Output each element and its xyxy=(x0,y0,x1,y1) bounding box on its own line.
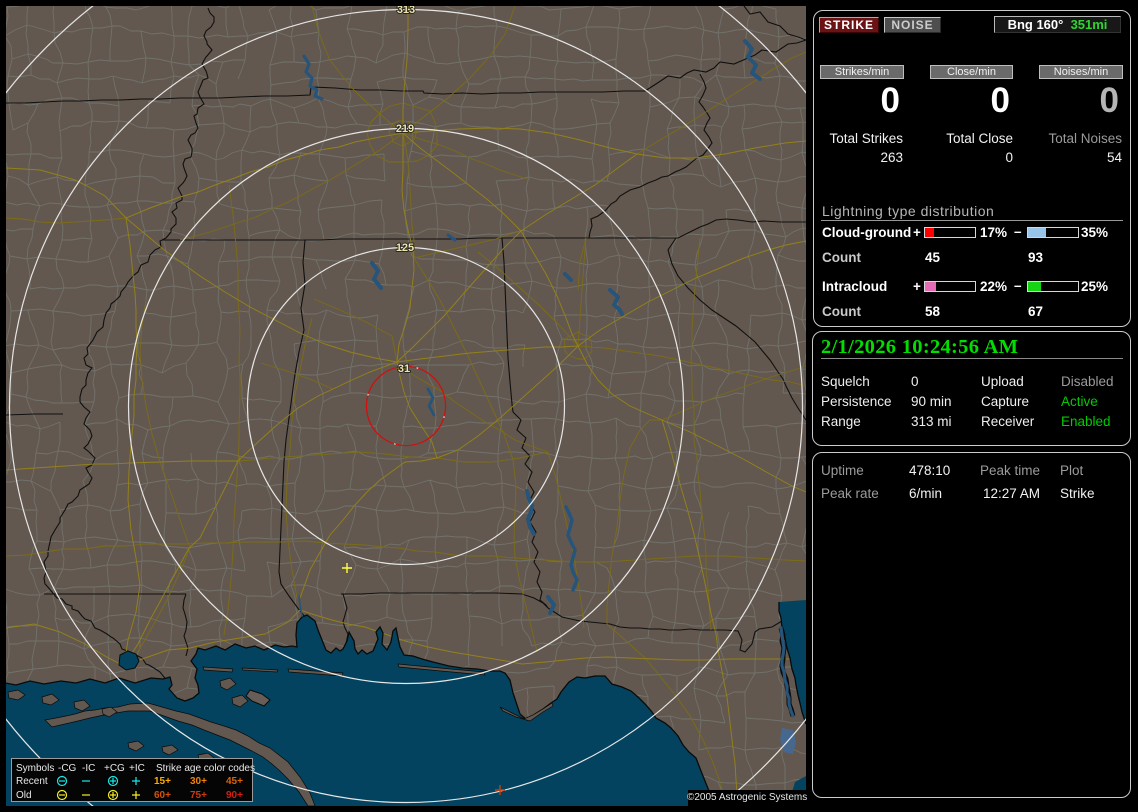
svg-text:125: 125 xyxy=(396,242,414,254)
svg-text:31: 31 xyxy=(398,363,410,375)
svg-text:219: 219 xyxy=(396,123,414,135)
svg-text:313: 313 xyxy=(397,4,415,16)
